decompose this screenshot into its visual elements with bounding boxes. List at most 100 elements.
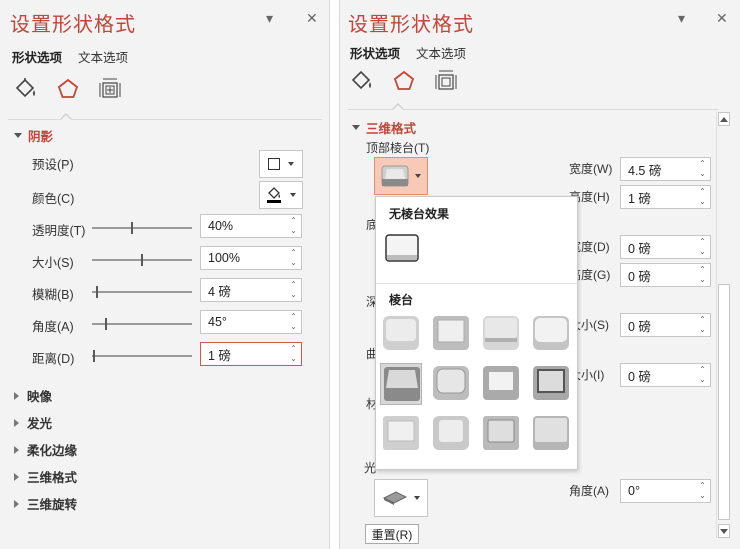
close-icon[interactable]: ✕ (306, 10, 318, 27)
width-input[interactable]: 4.5 磅 ⌃ ⌄ (620, 157, 711, 181)
blur-input[interactable]: 4 磅 ⌃ ⌄ (200, 278, 302, 302)
bevel-option-1[interactable] (380, 313, 422, 355)
slider-thumb[interactable] (95, 286, 98, 298)
bevel-option-3[interactable] (480, 313, 522, 355)
spin-arrows-icon[interactable]: ⌃ ⌄ (698, 188, 707, 206)
spin-arrows-icon[interactable]: ⌃ ⌄ (698, 482, 707, 500)
expanded-triangle-icon (352, 125, 360, 130)
pane-options-chevron-icon[interactable]: ▾ (678, 10, 685, 27)
reset-button[interactable]: 重置(R) (365, 524, 419, 544)
bottom-height-value: 0 磅 (628, 269, 651, 284)
width-label: 宽度(W) (569, 162, 613, 176)
bevel-option-11[interactable] (480, 413, 522, 455)
spin-arrows-icon[interactable]: ⌃ ⌄ (698, 316, 707, 334)
tab-shape-options[interactable]: 形状选项 (12, 47, 62, 66)
blur-label: 模糊(B) (32, 288, 74, 302)
depth-size-input[interactable]: 0 磅 ⌃ ⌄ (620, 313, 711, 337)
slider-thumb[interactable] (92, 350, 95, 362)
bottom-width-input[interactable]: 0 磅 ⌃ ⌄ (620, 235, 711, 259)
scroll-down-icon[interactable] (718, 524, 730, 538)
spin-arrows-icon[interactable]: ⌃ ⌄ (289, 281, 298, 299)
spin-arrows-icon[interactable]: ⌃ ⌄ (698, 366, 707, 384)
scrollbar-thumb[interactable] (718, 284, 730, 520)
transparency-input[interactable]: 40% ⌃ ⌄ (200, 214, 302, 238)
section-shadow-header[interactable]: 阴影 (14, 126, 53, 145)
bevel-preview-icon (381, 165, 409, 187)
depth-size-value: 0 磅 (628, 319, 651, 334)
spin-arrows-icon[interactable]: ⌃ ⌄ (289, 345, 298, 363)
tab-text-options[interactable]: 文本选项 (78, 47, 128, 66)
spin-arrows-icon[interactable]: ⌃ ⌄ (289, 313, 298, 331)
section-glow[interactable]: 发光 (14, 413, 52, 432)
spin-arrows-icon[interactable]: ⌃ ⌄ (698, 266, 707, 284)
lighting-angle-input[interactable]: 0° ⌃ ⌄ (620, 479, 711, 503)
transparency-slider[interactable] (92, 222, 192, 234)
chevron-down-icon (415, 174, 421, 178)
spin-arrows-icon[interactable]: ⌃ ⌄ (698, 160, 707, 178)
bottom-height-input[interactable]: 0 磅 ⌃ ⌄ (620, 263, 711, 287)
chevron-down-icon (414, 496, 420, 500)
size-properties-icon[interactable] (432, 68, 460, 94)
width-value: 4.5 磅 (628, 163, 662, 178)
fill-line-icon[interactable] (12, 76, 40, 102)
bevel-option-5[interactable] (380, 363, 422, 405)
height-input[interactable]: 1 磅 ⌃ ⌄ (620, 185, 711, 209)
scroll-up-icon[interactable] (718, 112, 730, 126)
tab-shape-options[interactable]: 形状选项 (350, 43, 400, 62)
bevel-option-10[interactable] (430, 413, 472, 455)
bevel-gallery-popup: 无棱台效果 棱台 (375, 196, 578, 470)
angle-slider[interactable] (92, 318, 192, 330)
bevel-option-4[interactable] (530, 313, 572, 355)
slider-thumb[interactable] (104, 318, 107, 330)
angle-label: 角度(A) (32, 320, 74, 334)
bevel-option-6[interactable] (430, 363, 472, 405)
size-input[interactable]: 100% ⌃ ⌄ (200, 246, 302, 270)
fill-line-icon[interactable] (348, 68, 376, 94)
section-3d-rotation[interactable]: 三维旋转 (14, 494, 77, 513)
section-soft-edges[interactable]: 柔化边缘 (14, 440, 77, 459)
format-shape-pane-right: 设置形状格式 ▾ ✕ 形状选项 文本选项 三维格式 顶部棱台(T) 宽度(W) … (339, 0, 740, 549)
lighting-preview-icon (382, 491, 408, 505)
effects-icon[interactable] (390, 68, 418, 94)
lighting-dropdown[interactable] (374, 479, 428, 517)
square-preset-icon (268, 158, 280, 170)
contour-size-input[interactable]: 0 磅 ⌃ ⌄ (620, 363, 711, 387)
lighting-angle-value: 0° (628, 484, 640, 498)
bevel-option-7[interactable] (480, 363, 522, 405)
effects-icon[interactable] (54, 76, 82, 102)
size-value: 100% (208, 251, 240, 265)
size-slider[interactable] (92, 254, 192, 266)
spin-arrows-icon[interactable]: ⌃ ⌄ (698, 238, 707, 256)
spin-arrows-icon[interactable]: ⌃ ⌄ (289, 249, 298, 267)
bevel-option-9[interactable] (380, 413, 422, 455)
bevel-option-2[interactable] (430, 313, 472, 355)
preset-label: 预设(P) (32, 158, 74, 172)
shadow-preset-dropdown[interactable] (259, 150, 303, 178)
chevron-down-icon (288, 162, 294, 166)
section-reflection[interactable]: 映像 (14, 386, 52, 405)
size-label: 大小(S) (32, 256, 74, 270)
distance-input[interactable]: 1 磅 ⌃ ⌄ (200, 342, 302, 366)
shadow-color-dropdown[interactable] (259, 181, 303, 209)
bevel-option-8[interactable] (530, 363, 572, 405)
divider (8, 119, 322, 120)
pane-title: 设置形状格式 (10, 12, 136, 36)
pane-options-chevron-icon[interactable]: ▾ (266, 10, 273, 27)
bevel-option-12[interactable] (530, 413, 572, 455)
section-3d-format[interactable]: 三维格式 (14, 467, 77, 486)
spin-arrows-icon[interactable]: ⌃ ⌄ (289, 217, 298, 235)
tab-text-options[interactable]: 文本选项 (416, 43, 466, 62)
angle-input[interactable]: 45° ⌃ ⌄ (200, 310, 302, 334)
slider-thumb[interactable] (131, 222, 134, 234)
close-icon[interactable]: ✕ (716, 10, 728, 27)
size-properties-icon[interactable] (96, 76, 124, 102)
transparency-value: 40% (208, 219, 234, 233)
vertical-scrollbar[interactable] (716, 112, 730, 538)
section-3d-format-header[interactable]: 三维格式 (352, 118, 416, 137)
top-bevel-dropdown[interactable] (374, 157, 428, 195)
collapsed-triangle-icon (14, 418, 19, 427)
distance-slider[interactable] (92, 350, 192, 362)
bevel-none-option[interactable] (382, 229, 424, 271)
blur-slider[interactable] (92, 286, 192, 298)
slider-thumb[interactable] (141, 254, 143, 266)
